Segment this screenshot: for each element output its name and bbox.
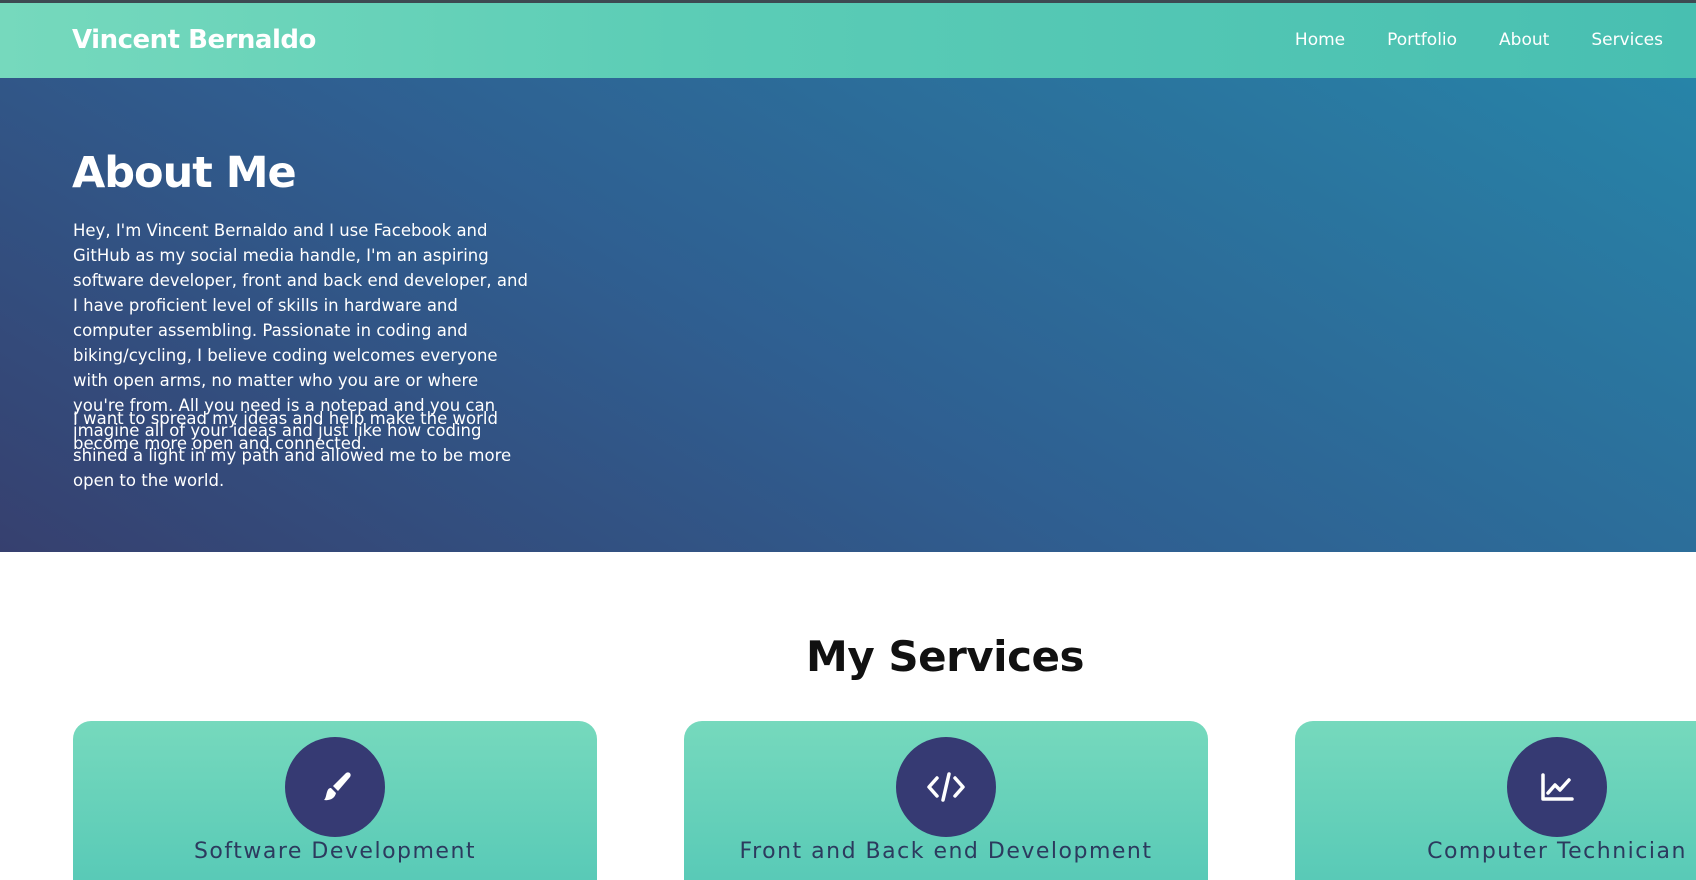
about-paragraph-2: I want to spread my ideas and help make … (73, 409, 498, 453)
page: Vincent Bernaldo Home Portfolio About Se… (0, 0, 1696, 880)
nav-link-portfolio[interactable]: Portfolio (1387, 30, 1457, 50)
service-card-title: Front and Back end Development (739, 839, 1153, 864)
services-title: My Services (806, 632, 1084, 681)
nav-link-home[interactable]: Home (1295, 30, 1345, 50)
code-icon (896, 737, 996, 837)
window-top-edge (0, 0, 1696, 3)
service-card-title: Computer Technician (1427, 839, 1687, 864)
service-card-frontback[interactable]: Front and Back end Development (684, 721, 1208, 880)
nav-links: Home Portfolio About Services (1253, 30, 1663, 50)
paintbrush-icon (285, 737, 385, 837)
navbar: Vincent Bernaldo Home Portfolio About Se… (0, 3, 1696, 78)
service-card-software[interactable]: Software Development (73, 721, 597, 880)
about-title: About Me (72, 148, 297, 198)
line-chart-icon (1507, 737, 1607, 837)
nav-link-services[interactable]: Services (1591, 30, 1663, 50)
service-card-technician[interactable]: Computer Technician (1295, 721, 1696, 880)
brand-logo-text[interactable]: Vincent Bernaldo (72, 25, 316, 55)
nav-link-about[interactable]: About (1499, 30, 1549, 50)
service-card-title: Software Development (193, 839, 477, 864)
about-section: About Me Hey, I'm Vincent Bernaldo and I… (0, 78, 1696, 552)
